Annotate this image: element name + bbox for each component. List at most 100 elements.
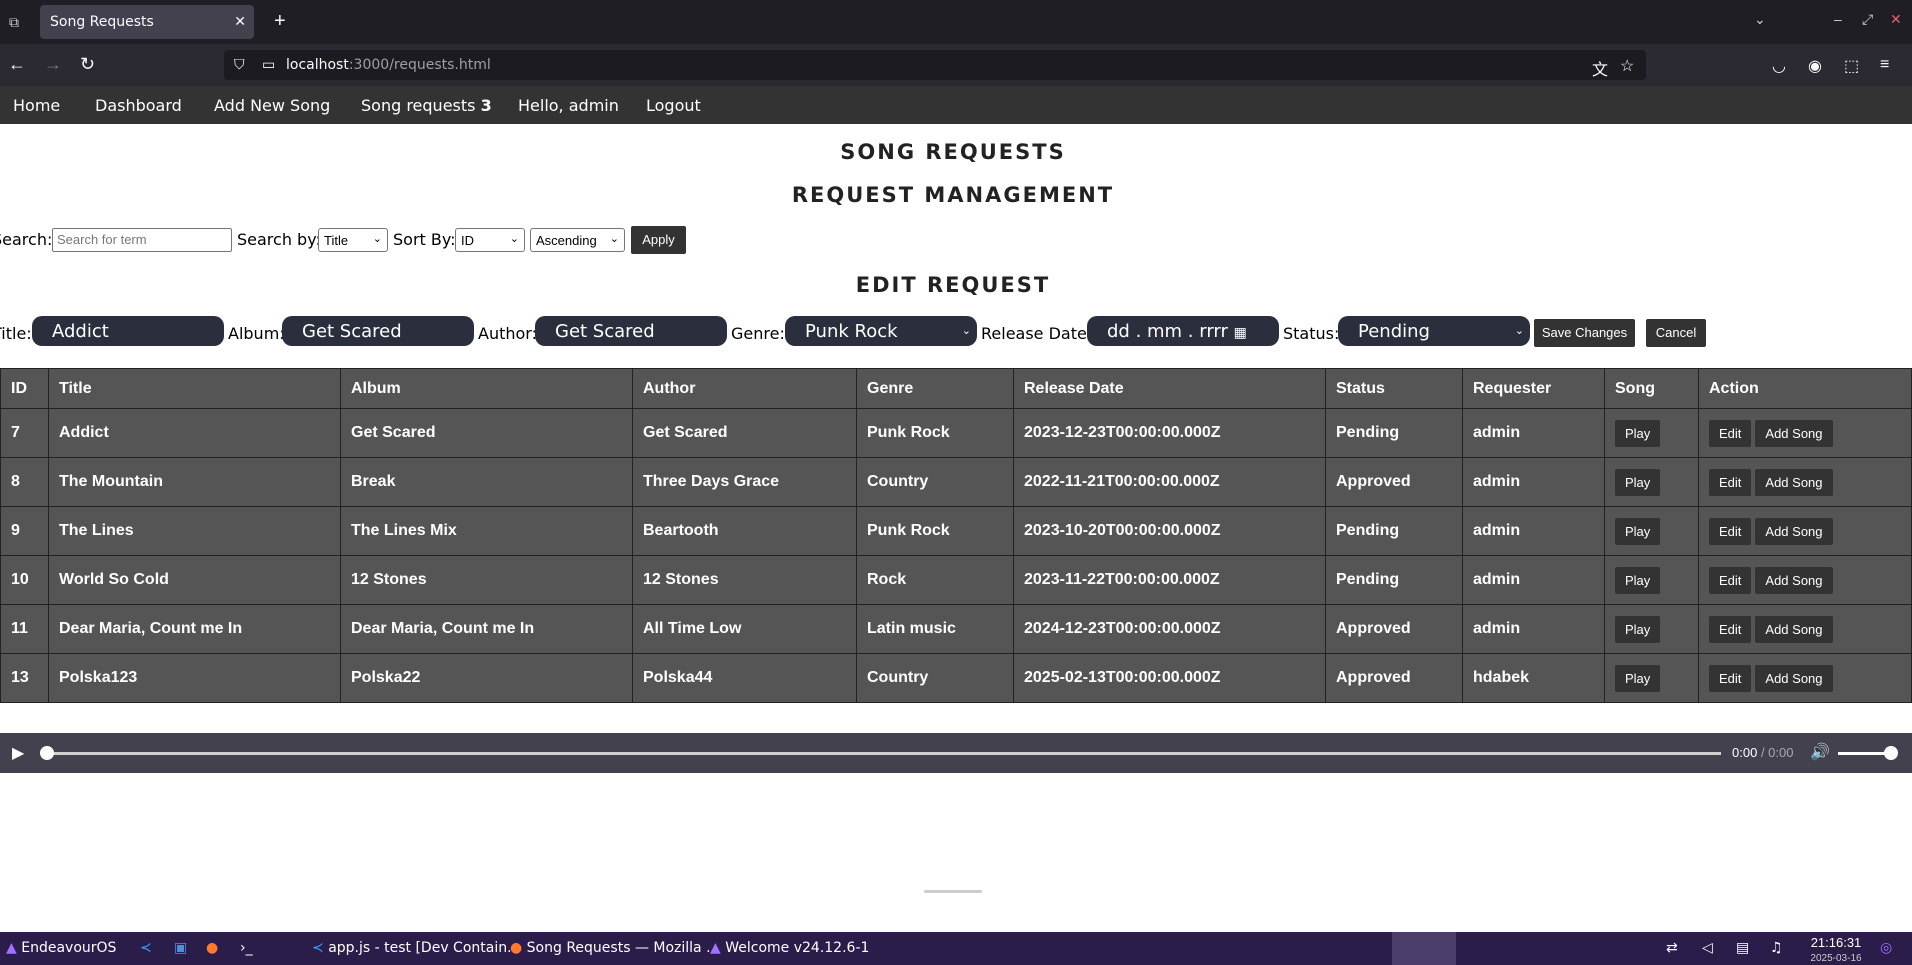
cancel-button[interactable]: Cancel — [1646, 319, 1706, 347]
author-field[interactable]: Get Scared — [535, 316, 727, 346]
col-header-genre[interactable]: Genre — [856, 368, 1014, 409]
play-icon[interactable]: ▶ — [12, 743, 24, 763]
drag-handle[interactable] — [924, 890, 982, 893]
genre-select[interactable]: Punk Rock ⌄ — [785, 316, 977, 346]
network-icon[interactable]: ⇄ — [1666, 940, 1678, 956]
close-icon[interactable]: ✕ — [234, 13, 246, 30]
play-button[interactable]: Play — [1615, 419, 1661, 447]
clock-time[interactable]: 21:16:31 — [1806, 935, 1866, 950]
files-icon[interactable]: ▣ — [174, 940, 187, 956]
volume-tray-icon[interactable]: ◁ — [1702, 940, 1713, 956]
col-header-status[interactable]: Status — [1325, 368, 1463, 409]
col-header-title[interactable]: Title — [48, 368, 341, 409]
nav-home[interactable]: Home — [13, 96, 60, 115]
cell-status: Approved — [1325, 457, 1463, 507]
col-header-requester[interactable]: Requester — [1462, 368, 1605, 409]
terminal-icon[interactable]: ›_ — [240, 940, 253, 956]
taskbar-welcome-window[interactable]: ▲ Welcome v24.12.6-1 — [710, 940, 869, 956]
seek-handle[interactable] — [40, 746, 54, 760]
taskbar-pager-firefox[interactable] — [1392, 932, 1456, 965]
nav-hello-user[interactable]: Hello, admin — [518, 96, 619, 115]
search-by-select[interactable]: Title ⌄ — [318, 228, 388, 252]
add-song-button[interactable]: Add Song — [1755, 664, 1833, 692]
search-input[interactable]: Search for term — [52, 228, 232, 252]
url-text[interactable]: localhost:3000/requests.html — [286, 57, 491, 73]
save-changes-button[interactable]: Save Changes — [1534, 319, 1635, 347]
notifications-icon[interactable]: ♫ — [1770, 940, 1783, 956]
cell-id: 10 — [0, 555, 49, 605]
restore-icon[interactable]: ⤢ — [1862, 11, 1873, 28]
edit-request-heading: EDIT REQUEST — [855, 273, 1051, 297]
col-header-album[interactable]: Album — [340, 368, 633, 409]
vscode-icon[interactable]: ≺ — [140, 940, 152, 956]
start-menu[interactable]: ▲ EndeavourOS — [6, 940, 116, 956]
sort-by-select[interactable]: ID ⌄ — [455, 228, 525, 252]
menu-icon[interactable]: ≡ — [1880, 56, 1889, 74]
col-header-release-date[interactable]: Release Date — [1013, 368, 1326, 409]
tab-list-icon[interactable]: ⧉ — [4, 12, 24, 32]
chevron-down-icon[interactable]: ⌄ — [1754, 11, 1766, 28]
volume-icon[interactable]: 🔊 — [1810, 742, 1830, 762]
calendar-icon[interactable]: ▦ — [1234, 325, 1247, 341]
edit-button[interactable]: Edit — [1709, 615, 1752, 643]
clock-date: 2025-03-16 — [1810, 953, 1862, 964]
add-song-button[interactable]: Add Song — [1755, 419, 1833, 447]
clipboard-icon[interactable]: ▤ — [1736, 940, 1749, 956]
sort-order-select[interactable]: Ascending ⌄ — [530, 228, 625, 252]
play-button[interactable]: Play — [1615, 566, 1661, 594]
cell-album: Break — [340, 457, 633, 507]
nav-dashboard[interactable]: Dashboard — [95, 96, 182, 115]
browser-tab[interactable]: Song Requests ✕ — [40, 5, 254, 39]
col-header-author[interactable]: Author — [632, 368, 857, 409]
back-icon[interactable]: ← — [8, 54, 26, 75]
reload-icon[interactable]: ↻ — [80, 54, 95, 75]
firefox-icon[interactable]: ● — [206, 940, 218, 956]
page-icon[interactable]: ▭ — [262, 56, 275, 73]
cell-requester: admin — [1462, 457, 1605, 507]
minimize-icon[interactable]: – — [1834, 11, 1842, 27]
col-header-song[interactable]: Song — [1604, 368, 1699, 409]
volume-handle[interactable] — [1884, 746, 1898, 760]
col-header-action[interactable]: Action — [1698, 368, 1912, 409]
edit-button[interactable]: Edit — [1709, 468, 1752, 496]
shield-icon[interactable]: ⛉ — [234, 56, 245, 73]
table-header-row: ID Title Album Author Genre Release Date… — [0, 368, 1912, 409]
add-song-button[interactable]: Add Song — [1755, 517, 1833, 545]
edit-button[interactable]: Edit — [1709, 517, 1752, 545]
col-header-id[interactable]: ID — [0, 368, 49, 409]
seek-bar[interactable] — [46, 752, 1721, 755]
add-song-button[interactable]: Add Song — [1755, 566, 1833, 594]
forward-icon[interactable]: → — [44, 54, 62, 75]
extensions-icon[interactable]: ⬚ — [1844, 56, 1859, 76]
release-date-field[interactable]: dd . mm . rrrr ▦ — [1087, 316, 1279, 346]
window-close-icon[interactable]: ✕ — [1890, 11, 1902, 28]
account-icon[interactable]: ◉ — [1808, 56, 1822, 76]
cell-title: World So Cold — [48, 555, 341, 605]
play-button[interactable]: Play — [1615, 615, 1661, 643]
title-field[interactable]: Addict — [32, 316, 224, 346]
taskbar-firefox-window[interactable]: ● Song Requests — Mozilla ... — [510, 940, 719, 956]
status-select[interactable]: Pending ⌄ — [1338, 316, 1530, 346]
cell-title: Addict — [48, 408, 341, 458]
tab-title: Song Requests — [50, 14, 154, 30]
edit-button[interactable]: Edit — [1709, 566, 1752, 594]
edit-button[interactable]: Edit — [1709, 664, 1752, 692]
play-button[interactable]: Play — [1615, 517, 1661, 545]
taskbar-vscode-window[interactable]: ≺ app.js - test [Dev Contain... — [312, 940, 520, 956]
browser-tab-bar: ⧉ Song Requests ✕ + ⌄ – ⤢ ✕ — [0, 0, 1912, 44]
nav-add-new-song[interactable]: Add New Song — [214, 96, 330, 115]
translate-icon[interactable]: 文 — [1592, 56, 1608, 80]
play-button[interactable]: Play — [1615, 664, 1661, 692]
play-button[interactable]: Play — [1615, 468, 1661, 496]
add-song-button[interactable]: Add Song — [1755, 615, 1833, 643]
apply-button[interactable]: Apply — [631, 226, 686, 254]
pocket-icon[interactable]: ◡ — [1772, 56, 1786, 76]
nav-logout[interactable]: Logout — [646, 96, 701, 115]
edit-button[interactable]: Edit — [1709, 419, 1752, 447]
new-tab-icon[interactable]: + — [274, 10, 286, 33]
add-song-button[interactable]: Add Song — [1755, 468, 1833, 496]
user-menu-icon[interactable]: ◎ — [1880, 940, 1892, 956]
album-field[interactable]: Get Scared — [282, 316, 474, 346]
nav-song-requests[interactable]: Song requests 3 — [361, 96, 492, 115]
star-icon[interactable]: ☆ — [1620, 56, 1634, 76]
